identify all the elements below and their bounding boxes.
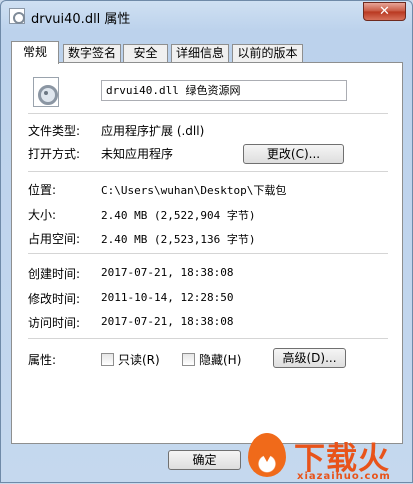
watermark-url: xiazaihuo.com [297,471,391,482]
title-bar[interactable]: drvui40.dll 属性 ✕ [1,1,412,31]
divider [28,253,388,254]
accessed-value: 2017-07-21, 18:38:08 [101,315,234,328]
opens-with-value: 未知应用程序 [101,147,174,161]
modified-value: 2011-10-14, 12:28:50 [101,291,234,304]
tab-digital-signatures[interactable]: 数字签名 [63,44,121,63]
divider [28,113,388,114]
filename-field[interactable]: drvui40.dll 绿色资源网 [101,80,347,101]
flame-download-icon [248,433,286,477]
created-value: 2017-07-21, 18:38:08 [101,266,234,279]
dll-gear-icon [33,77,59,107]
watermark: 下载火 xiazaihuo.com [244,431,413,484]
file-type-value: 应用程序扩展 (.dll) [101,124,205,138]
ok-button[interactable]: 确定 [168,450,241,470]
tab-previous-versions[interactable]: 以前的版本 [232,44,303,63]
size-value: 2.40 MB (2,522,904 字节) [101,209,256,222]
divider [28,338,388,339]
size-label: 大小: [28,208,57,222]
tab-details[interactable]: 详细信息 [171,44,229,63]
dll-file-icon [9,8,25,24]
created-label: 创建时间: [28,267,81,281]
tab-general[interactable]: 常规 [11,41,59,64]
readonly-label[interactable]: 只读(R) [118,351,160,368]
divider [28,171,388,172]
hidden-checkbox[interactable] [182,353,195,366]
attributes-label: 属性: [28,353,57,367]
readonly-checkbox[interactable] [101,353,114,366]
tab-security[interactable]: 安全 [123,44,168,63]
location-value: C:\Users\wuhan\Desktop\下载包 [101,184,287,197]
advanced-button[interactable]: 高级(D)... [273,348,346,368]
close-button[interactable]: ✕ [363,2,406,21]
size-on-disk-label: 占用空间: [28,232,81,246]
file-type-label: 文件类型: [28,124,81,138]
window-title: drvui40.dll 属性 [31,12,131,27]
location-label: 位置: [28,183,57,197]
general-panel: drvui40.dll 绿色资源网 文件类型: 应用程序扩展 (.dll) 打开… [11,62,403,444]
properties-window: drvui40.dll 属性 ✕ 常规 数字签名 安全 详细信息 以前的版本 d… [0,0,413,483]
opens-with-label: 打开方式: [28,147,81,161]
hidden-label[interactable]: 隐藏(H) [199,351,241,368]
accessed-label: 访问时间: [28,316,81,330]
modified-label: 修改时间: [28,292,81,306]
size-on-disk-value: 2.40 MB (2,523,136 字节) [101,233,256,246]
change-button[interactable]: 更改(C)... [243,144,344,164]
